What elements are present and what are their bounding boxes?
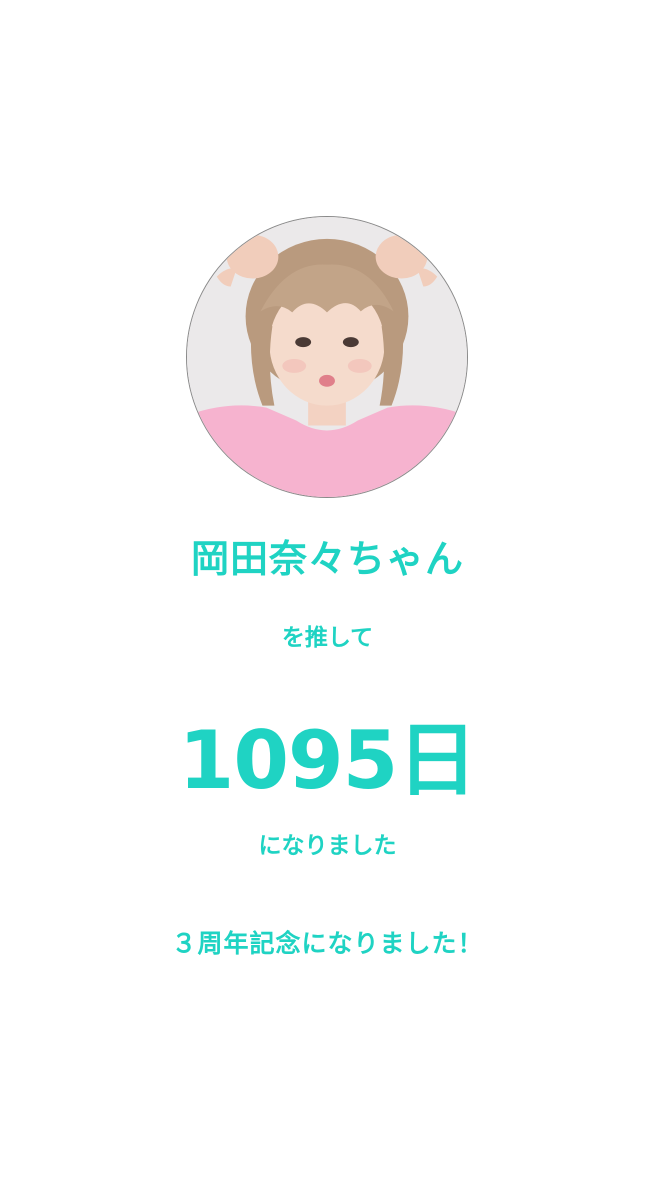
support-text: を推して (281, 625, 374, 651)
idol-name: 岡田奈々ちゃん (190, 537, 464, 581)
became-text: になりました (258, 833, 397, 859)
days-count: 1095日 (178, 714, 478, 807)
anniversary-text: ３周年記念になりました！ (171, 929, 484, 958)
avatar (186, 216, 468, 498)
person-photo-icon (187, 217, 467, 497)
